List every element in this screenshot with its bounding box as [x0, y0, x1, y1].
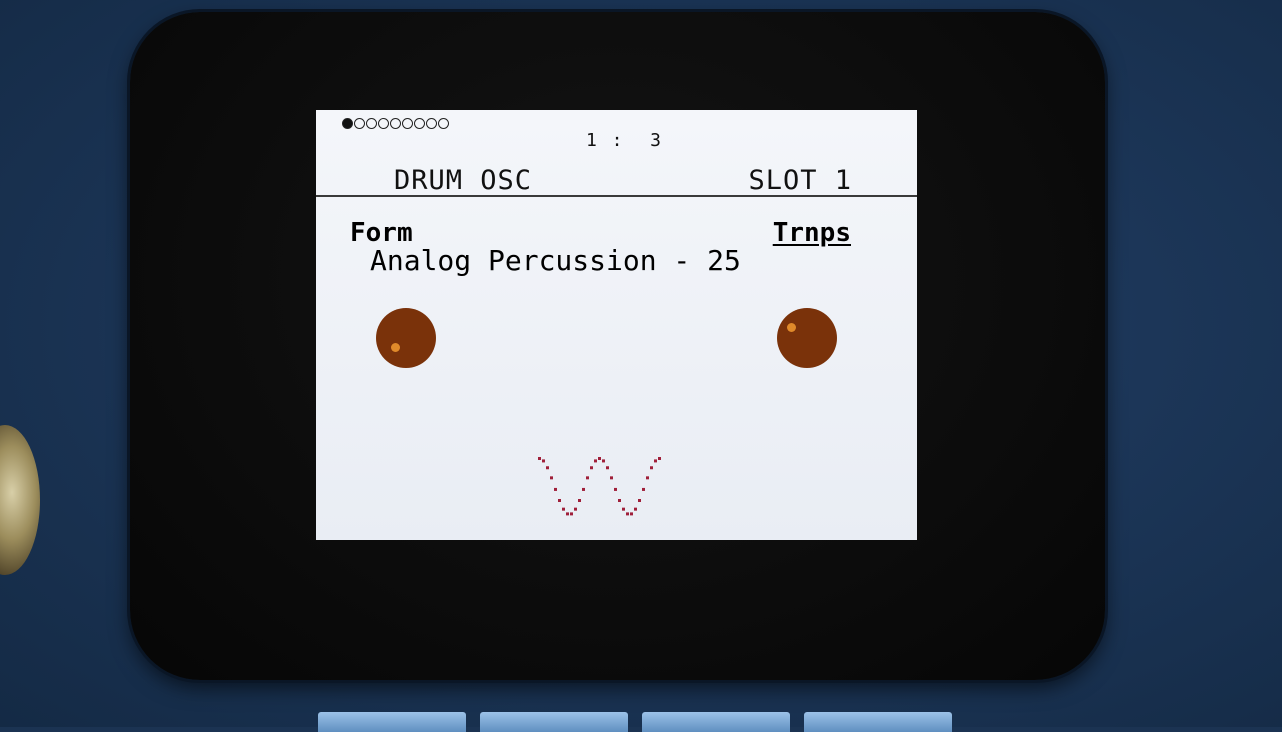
soft-button-3[interactable] — [642, 712, 790, 732]
waveform-dot — [614, 487, 617, 491]
waveform-dot — [586, 476, 589, 480]
waveform-dot — [566, 512, 569, 516]
soft-button-1[interactable] — [318, 712, 466, 732]
waveform-dot — [578, 499, 581, 502]
waveform-dot — [562, 507, 565, 511]
waveform-dot — [654, 459, 657, 463]
waveform-dot — [602, 459, 605, 463]
device-panel: 1 : 3 DRUM OSC SLOT 1 Form Trnps Analog … — [0, 0, 1282, 732]
waveform-dot — [650, 466, 653, 470]
param-label-trnps: Trnps — [772, 218, 851, 248]
waveform-dot — [622, 507, 625, 511]
knob-marker — [391, 343, 400, 352]
lcd-screen: 1 : 3 DRUM OSC SLOT 1 Form Trnps Analog … — [316, 110, 917, 540]
page-dot — [426, 118, 437, 129]
waveform-dot — [610, 476, 613, 480]
trnps-knob-icon[interactable] — [777, 308, 837, 368]
waveform-dot — [590, 466, 593, 470]
waveform-dot — [630, 512, 633, 516]
waveform-dot — [658, 457, 661, 460]
soft-buttons — [318, 712, 952, 732]
page-dot — [378, 118, 389, 129]
waveform-dot — [606, 466, 609, 470]
page-dot — [402, 118, 413, 129]
waveform-dot — [626, 512, 629, 516]
waveform-icon — [538, 457, 661, 516]
slot-name: SLOT 1 — [748, 165, 852, 196]
waveform-dot — [642, 487, 645, 491]
waveform-dot — [574, 507, 577, 511]
waveform-dot — [646, 476, 649, 480]
form-knob-icon[interactable] — [376, 308, 436, 368]
page-dots — [342, 118, 450, 129]
knob-marker — [787, 323, 796, 332]
page-dot — [390, 118, 401, 129]
waveform-dot — [554, 487, 557, 491]
waveform-dot — [538, 457, 541, 460]
soft-button-4[interactable] — [804, 712, 952, 732]
waveform-dot — [546, 466, 549, 470]
page-dot — [438, 118, 449, 129]
waveform-dot — [594, 459, 597, 463]
page-dot — [414, 118, 425, 129]
module-name: DRUM OSC — [394, 165, 533, 196]
page-indicator: 1 : 3 — [586, 130, 664, 151]
page-dot — [354, 118, 365, 129]
waveform-dot — [570, 512, 573, 516]
hardware-encoder[interactable] — [0, 425, 40, 575]
waveform-dot — [558, 499, 561, 502]
param-value: Analog Percussion - 25 — [370, 244, 741, 277]
screen-header: 1 : 3 DRUM OSC SLOT 1 — [316, 110, 917, 197]
waveform-dot — [618, 499, 621, 502]
waveform-dot — [638, 499, 641, 502]
waveform-dot — [542, 459, 545, 463]
page-dot — [366, 118, 377, 129]
soft-button-2[interactable] — [480, 712, 628, 732]
waveform-dot — [634, 507, 637, 511]
waveform-dot — [582, 487, 585, 491]
waveform-dot — [598, 457, 601, 460]
page-dot — [342, 118, 353, 129]
waveform-dot — [550, 476, 553, 480]
